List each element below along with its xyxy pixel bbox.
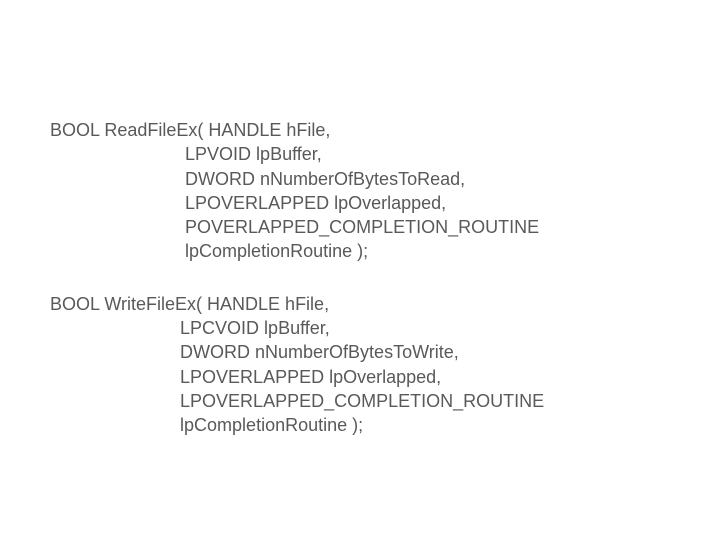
param-row: lpCompletionRoutine ); xyxy=(50,413,720,437)
param-row: LPVOID lpBuffer, xyxy=(50,142,720,166)
param-text: LPOVERLAPPED lpOverlapped, xyxy=(185,191,446,215)
indent xyxy=(50,191,185,215)
param-row: LPOVERLAPPED lpOverlapped, xyxy=(50,191,720,215)
signature-row: BOOL WriteFileEx( HANDLE hFile, xyxy=(50,292,720,316)
indent xyxy=(50,167,185,191)
param-text: lpCompletionRoutine ); xyxy=(180,413,363,437)
param-text: HANDLE hFile, xyxy=(208,118,330,142)
indent xyxy=(50,413,180,437)
param-row: LPOVERLAPPED_COMPLETION_ROUTINE xyxy=(50,389,720,413)
readfileex-signature: BOOL ReadFileEx( HANDLE hFile, LPVOID lp… xyxy=(50,118,720,264)
indent xyxy=(50,340,180,364)
param-row: LPCVOID lpBuffer, xyxy=(50,316,720,340)
param-text: LPCVOID lpBuffer, xyxy=(180,316,330,340)
param-row: LPOVERLAPPED lpOverlapped, xyxy=(50,365,720,389)
param-text: HANDLE hFile, xyxy=(207,292,329,316)
indent xyxy=(50,389,180,413)
param-text: LPOVERLAPPED_COMPLETION_ROUTINE xyxy=(180,389,544,413)
param-row: DWORD nNumberOfBytesToRead, xyxy=(50,167,720,191)
param-row: lpCompletionRoutine ); xyxy=(50,239,720,263)
param-text: LPVOID lpBuffer, xyxy=(185,142,322,166)
param-text: LPOVERLAPPED lpOverlapped, xyxy=(180,365,441,389)
signature-prefix: BOOL ReadFileEx( xyxy=(50,118,208,142)
param-row: POVERLAPPED_COMPLETION_ROUTINE xyxy=(50,215,720,239)
indent xyxy=(50,365,180,389)
param-text: DWORD nNumberOfBytesToRead, xyxy=(185,167,465,191)
indent xyxy=(50,239,185,263)
signature-row: BOOL ReadFileEx( HANDLE hFile, xyxy=(50,118,720,142)
indent xyxy=(50,316,180,340)
param-row: DWORD nNumberOfBytesToWrite, xyxy=(50,340,720,364)
param-text: POVERLAPPED_COMPLETION_ROUTINE xyxy=(185,215,539,239)
param-text: lpCompletionRoutine ); xyxy=(185,239,368,263)
indent xyxy=(50,215,185,239)
signature-prefix: BOOL WriteFileEx( xyxy=(50,292,207,316)
param-text: DWORD nNumberOfBytesToWrite, xyxy=(180,340,459,364)
code-slide: BOOL ReadFileEx( HANDLE hFile, LPVOID lp… xyxy=(0,0,720,438)
writefileex-signature: BOOL WriteFileEx( HANDLE hFile, LPCVOID … xyxy=(50,292,720,438)
indent xyxy=(50,142,185,166)
